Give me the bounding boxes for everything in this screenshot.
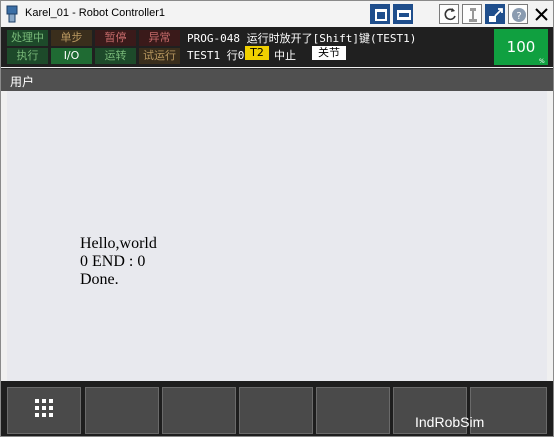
- f1-key[interactable]: [85, 387, 159, 434]
- user-screen: Hello,world 0 END : 0 Done.: [7, 91, 547, 381]
- alarm-message: PROG-048 运行时放开了[Shift]键(TEST1): [187, 32, 417, 45]
- teach-pendant-icon: [6, 5, 18, 23]
- robot-controller-window: Karel_01 - Robot Controller1 ? 处理中 单步 暂停…: [0, 0, 554, 437]
- override-unit: %: [539, 58, 545, 65]
- grid-menu-icon: [35, 399, 53, 417]
- screen-title: 用户: [10, 75, 35, 89]
- menu-bar: 用户: [1, 68, 553, 91]
- title-bar: Karel_01 - Robot Controller1 ?: [1, 1, 553, 27]
- output-line: 0 END : 0: [80, 253, 146, 270]
- layout-single-button[interactable]: [370, 4, 390, 24]
- layout-dual-button[interactable]: [393, 4, 413, 24]
- led-io: I/O: [51, 48, 92, 64]
- layout-dual-icon: [397, 10, 411, 20]
- led-tcyc: 试运行: [139, 48, 180, 64]
- coord-badge[interactable]: 关节: [312, 46, 346, 60]
- svg-text:?: ?: [516, 11, 521, 22]
- reset-icon: [444, 8, 456, 21]
- mode-badge: T2: [245, 46, 269, 60]
- f4-key[interactable]: [316, 387, 390, 434]
- led-run: 执行: [7, 48, 48, 64]
- led-hold: 暂停: [95, 30, 136, 46]
- layout-single-icon: [375, 9, 387, 21]
- program-state: 中止: [274, 49, 296, 62]
- program-line: TEST1 行0: [187, 49, 245, 62]
- help-button[interactable]: ?: [508, 4, 528, 24]
- led-fault: 异常: [139, 30, 180, 46]
- jog-icon: [489, 8, 503, 22]
- window-title: Karel_01 - Robot Controller1: [25, 7, 166, 19]
- jog-button[interactable]: [485, 4, 505, 24]
- led-busy: 处理中: [7, 30, 48, 46]
- robot-button[interactable]: [462, 4, 482, 24]
- output-line: Hello,world: [80, 235, 157, 252]
- close-icon[interactable]: [533, 4, 551, 24]
- led-step: 单步: [51, 30, 92, 46]
- f3-key[interactable]: [239, 387, 313, 434]
- led-prod: 运转: [95, 48, 136, 64]
- reset-button[interactable]: [439, 4, 459, 24]
- output-line: Done.: [80, 271, 119, 288]
- watermark: IndRobSim: [415, 414, 485, 430]
- help-icon: ?: [512, 8, 526, 22]
- robot-icon: [469, 8, 477, 22]
- f2-key[interactable]: [162, 387, 236, 434]
